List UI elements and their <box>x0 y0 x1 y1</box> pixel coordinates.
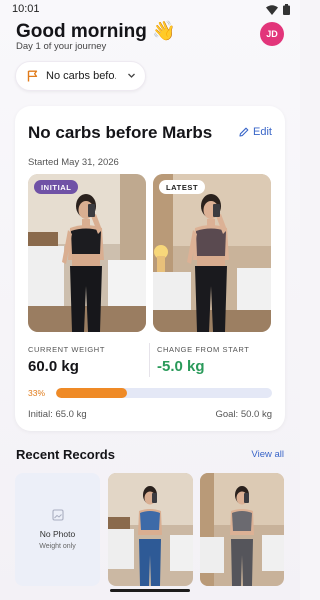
edit-button[interactable]: Edit <box>239 126 272 138</box>
current-weight-label: CURRENT WEIGHT <box>28 345 106 354</box>
flag-icon <box>27 70 38 82</box>
current-weight-value: 60.0 kg <box>28 358 79 375</box>
initial-photo[interactable]: INITIAL <box>28 174 146 332</box>
greeting-title: Good morning 👋 <box>16 21 176 42</box>
chevron-down-icon <box>127 71 136 80</box>
latest-photo[interactable]: LATEST <box>153 174 271 332</box>
no-photo-subtitle: Weight only <box>39 543 76 550</box>
progress-bar-fill <box>56 388 128 398</box>
progress-percent: 33% <box>28 388 46 398</box>
record-card-no-photo[interactable]: No Photo Weight only <box>15 473 100 586</box>
avatar[interactable]: JD <box>260 22 284 46</box>
change-value: -5.0 kg <box>157 358 205 375</box>
wifi-icon <box>266 4 278 15</box>
record-card-photo[interactable] <box>200 473 284 586</box>
goal-selector-label: No carbs befo... <box>46 70 116 82</box>
recent-records-title: Recent Records <box>16 447 115 462</box>
progress-bar <box>56 388 272 398</box>
goal-weight: Goal: 50.0 kg <box>215 409 272 420</box>
edit-label: Edit <box>253 126 272 138</box>
change-label: CHANGE FROM START <box>157 345 250 354</box>
stats-divider <box>149 343 150 377</box>
initial-weight: Initial: 65.0 kg <box>28 409 87 420</box>
journey-day-subtitle: Day 1 of your journey <box>16 41 107 52</box>
no-photo-title: No Photo <box>39 529 76 539</box>
home-indicator[interactable] <box>110 589 190 592</box>
status-bar: 10:01 <box>0 0 300 18</box>
status-icons <box>266 4 290 15</box>
status-time: 10:01 <box>12 3 40 15</box>
pencil-icon <box>239 127 249 137</box>
app-screen: 10:01 Good morning 👋 Day 1 of your journ… <box>0 0 300 600</box>
goal-selector-dropdown[interactable]: No carbs befo... <box>15 61 146 91</box>
latest-badge: LATEST <box>159 180 206 194</box>
journey-card: No carbs before Marbs Edit Started May 3… <box>15 106 285 431</box>
record-card-photo[interactable] <box>108 473 193 586</box>
battery-icon <box>283 4 290 15</box>
journey-title: No carbs before Marbs <box>28 123 213 142</box>
initial-badge: INITIAL <box>34 180 79 194</box>
view-all-link[interactable]: View all <box>251 449 284 460</box>
start-date: Started May 31, 2026 <box>28 157 119 168</box>
image-icon <box>51 509 64 521</box>
